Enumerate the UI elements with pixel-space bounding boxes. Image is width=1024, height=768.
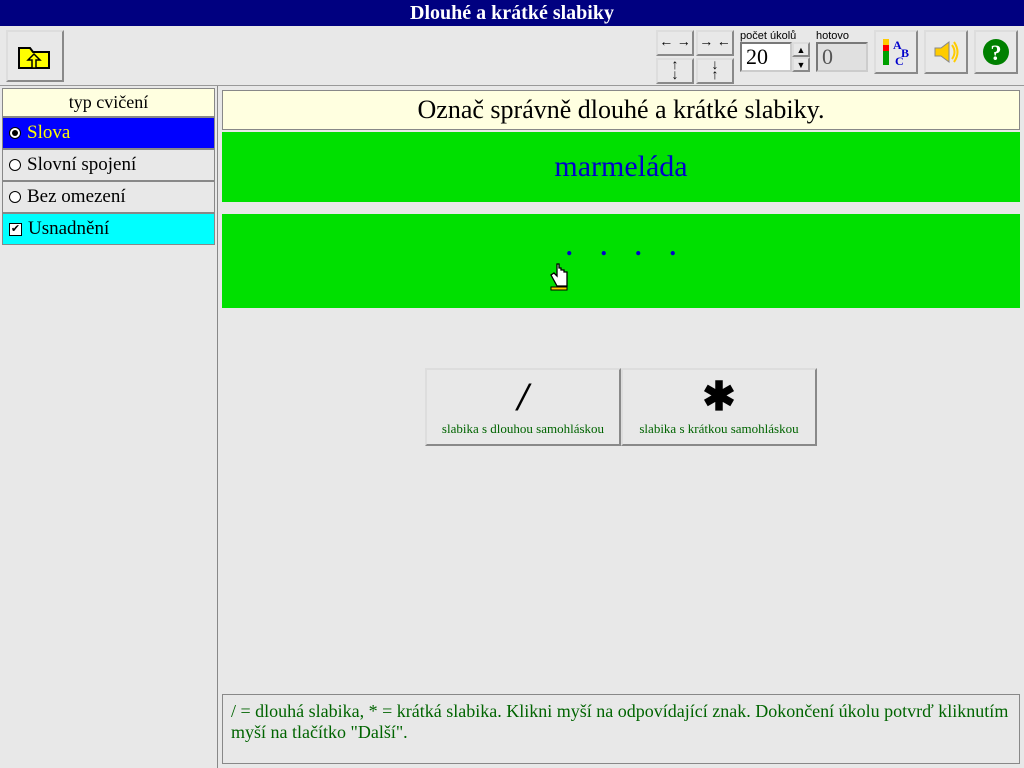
tasks-up-button[interactable]: ▲ — [792, 42, 810, 57]
title-bar: Dlouhé a krátké slabiky — [0, 0, 1024, 26]
abc-icon: A B C — [881, 37, 911, 67]
short-syllable-button[interactable]: ✱ slabika s krátkou samohláskou — [621, 368, 817, 446]
long-label: slabika s dlouhou samohláskou — [442, 421, 604, 437]
speaker-icon — [931, 37, 961, 67]
done-input — [816, 42, 868, 72]
radio-icon — [9, 127, 21, 139]
tasks-input[interactable] — [740, 42, 792, 72]
help-icon: ? — [981, 37, 1011, 67]
done-count-group: hotovo — [816, 30, 868, 72]
sound-button[interactable] — [924, 30, 968, 74]
word-display: marmeláda — [222, 132, 1020, 202]
dot: . — [635, 232, 642, 308]
svg-text:?: ? — [991, 40, 1002, 65]
checkbox-usnadneni[interactable]: ✔ Usnadnění — [2, 213, 215, 245]
resize-controls: ← → → ← ↑↓ ↓↑ — [656, 30, 734, 84]
toolbar: ← → → ← ↑↓ ↓↑ počet úkolů ▲ ▼ hotovo — [0, 26, 1024, 86]
open-folder-button[interactable] — [6, 30, 64, 82]
checkbox-label: Usnadnění — [28, 218, 109, 240]
done-label: hotovo — [816, 30, 849, 42]
dot: . — [601, 232, 608, 308]
radio-label: Slova — [27, 122, 70, 144]
choice-buttons: / slabika s dlouhou samohláskou ✱ slabik… — [222, 368, 1020, 446]
main-area: Označ správně dlouhé a krátké slabiky. m… — [218, 86, 1024, 768]
long-syllable-button[interactable]: / slabika s dlouhou samohláskou — [425, 368, 621, 446]
tasks-label: počet úkolů — [740, 30, 796, 42]
dot: . — [670, 232, 677, 308]
radio-icon — [9, 159, 21, 171]
radio-option-slovni-spojeni[interactable]: Slovní spojení — [2, 149, 215, 181]
shrink-horizontal-button[interactable]: → ← — [696, 30, 734, 56]
tasks-count-group: počet úkolů ▲ ▼ — [740, 30, 810, 72]
sidebar: typ cvičení Slova Slovní spojení Bez ome… — [0, 86, 218, 768]
syllable-dots: . . . . — [566, 214, 676, 308]
checkbox-icon: ✔ — [9, 223, 22, 236]
short-symbol: ✱ — [702, 377, 736, 417]
radio-option-slova[interactable]: Slova — [2, 117, 215, 149]
help-text: / = dlouhá slabika, * = krátká slabika. … — [222, 694, 1020, 764]
radio-icon — [9, 191, 21, 203]
svg-text:C: C — [895, 54, 904, 67]
folder-up-icon — [17, 42, 53, 70]
hand-cursor-icon — [547, 262, 571, 297]
radio-label: Bez omezení — [27, 186, 126, 208]
shrink-vertical-button[interactable]: ↓↑ — [696, 58, 734, 84]
radio-option-bez-omezeni[interactable]: Bez omezení — [2, 181, 215, 213]
answer-area[interactable]: . . . . — [222, 214, 1020, 308]
instruction-text: Označ správně dlouhé a krátké slabiky. — [222, 90, 1020, 130]
expand-vertical-button[interactable]: ↑↓ — [656, 58, 694, 84]
long-symbol: / — [517, 377, 528, 417]
short-label: slabika s krátkou samohláskou — [639, 421, 798, 437]
radio-label: Slovní spojení — [27, 154, 136, 176]
tasks-down-button[interactable]: ▼ — [792, 57, 810, 72]
expand-horizontal-button[interactable]: ← → — [656, 30, 694, 56]
help-button[interactable]: ? — [974, 30, 1018, 74]
sidebar-heading: typ cvičení — [2, 88, 215, 117]
abc-button[interactable]: A B C — [874, 30, 918, 74]
